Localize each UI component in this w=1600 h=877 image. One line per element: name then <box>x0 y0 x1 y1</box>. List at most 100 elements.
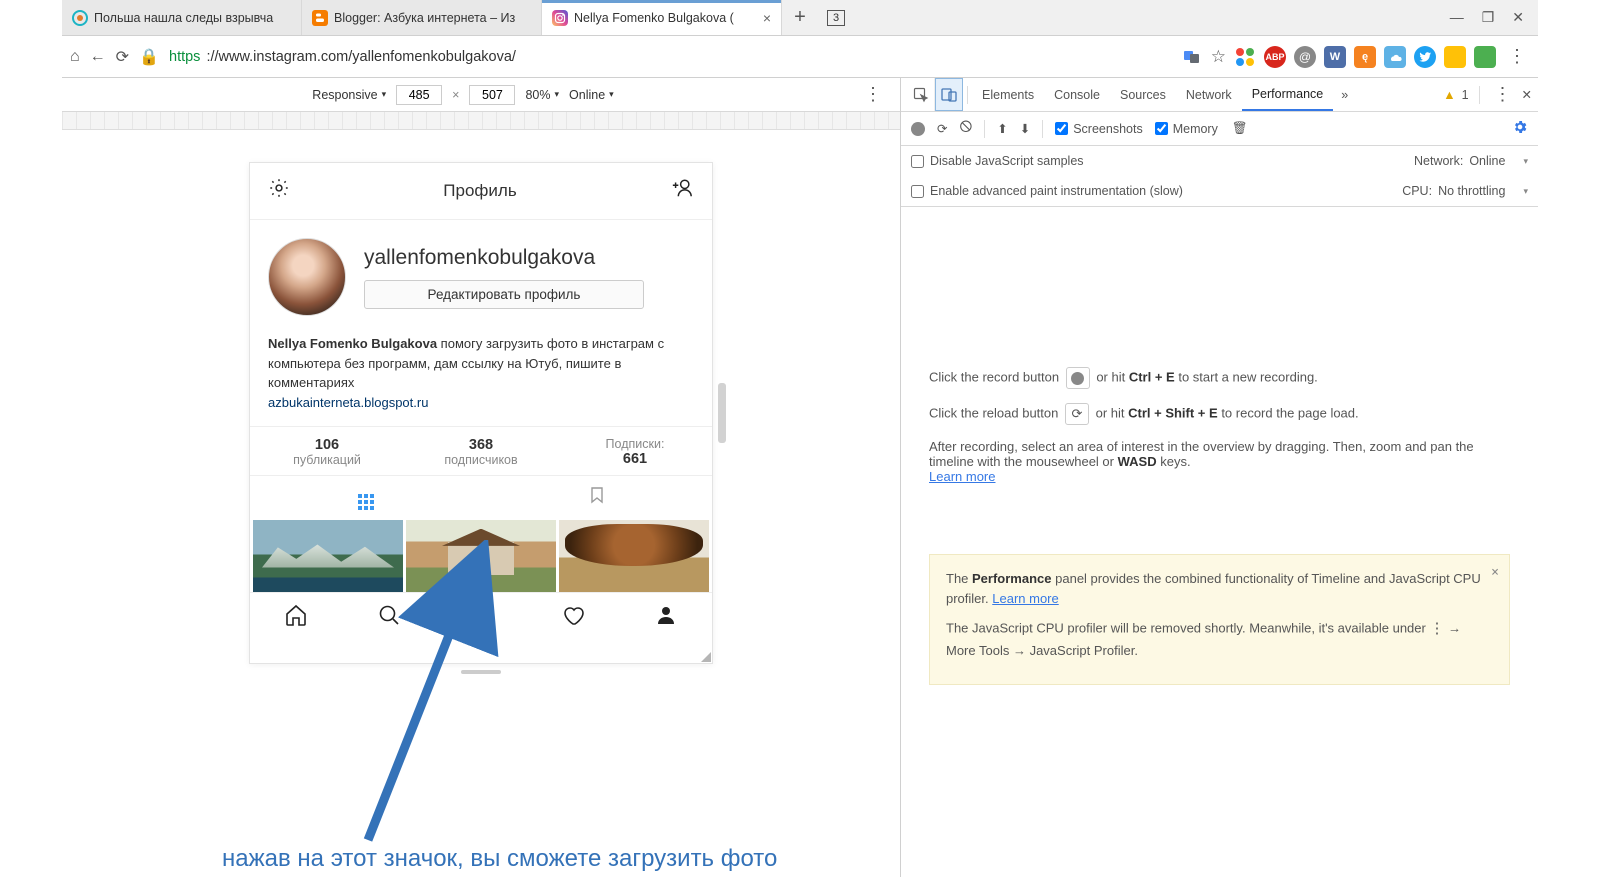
garbage-icon[interactable]: 🗑 <box>1232 121 1248 136</box>
resize-handle-bottom[interactable] <box>461 670 501 674</box>
device-toolbar: Responsive × 80% Online ⋮ <box>62 78 900 112</box>
translate-ext-icon[interactable] <box>1181 46 1203 68</box>
grid-tab[interactable] <box>250 476 481 520</box>
bio-name: Nellya Fomenko Bulgakova <box>268 336 437 351</box>
menu-dots-icon[interactable]: ⋮ <box>1504 46 1530 67</box>
record-icon[interactable] <box>911 122 925 136</box>
reload-icon[interactable]: ⟳ <box>116 47 129 67</box>
info-close-icon[interactable]: × <box>1491 563 1499 583</box>
tab-overflow-icon[interactable]: » <box>1333 88 1356 102</box>
gallery-item[interactable] <box>559 520 709 592</box>
device-menu-icon[interactable]: ⋮ <box>860 84 886 105</box>
minimize-icon[interactable]: ― <box>1450 9 1464 26</box>
bottom-nav <box>250 592 712 643</box>
extension-icons: ☆ ABP @ W ę ⋮ <box>1181 46 1530 68</box>
console-tab[interactable]: Console <box>1044 78 1110 111</box>
resize-handle-corner[interactable] <box>693 644 713 664</box>
tab-0[interactable]: Польша нашла следы взрывча <box>62 0 302 35</box>
home-icon[interactable]: ⌂ <box>70 48 80 66</box>
close-icon[interactable]: × <box>763 10 771 26</box>
gallery-item[interactable] <box>253 520 403 592</box>
bio-link[interactable]: azbukainterneta.blogspot.ru <box>268 395 428 410</box>
device-toggle-icon[interactable] <box>935 78 963 111</box>
favicon-icon <box>72 10 88 26</box>
devtools-close-icon[interactable]: ✕ <box>1522 87 1532 102</box>
activity-nav-icon[interactable] <box>527 593 619 643</box>
sources-tab[interactable]: Sources <box>1110 78 1176 111</box>
add-post-icon[interactable] <box>435 593 527 643</box>
save-profile-icon[interactable]: ⬇ <box>1020 121 1030 136</box>
settings-gear-icon[interactable] <box>1512 119 1528 138</box>
tab-bar: Польша нашла следы взрывча Blogger: Азбу… <box>62 0 1538 36</box>
reload-button-inline[interactable]: ⟳ <box>1065 403 1089 425</box>
twitter-ext-icon[interactable] <box>1414 46 1436 68</box>
reload-record-icon[interactable]: ⟳ <box>937 121 947 136</box>
zoom-select[interactable]: 80% <box>525 88 559 102</box>
gallery-item[interactable] <box>406 520 556 592</box>
devtools-tabs: Elements Console Sources Network Perform… <box>901 78 1538 112</box>
back-icon[interactable]: ← <box>90 48 106 66</box>
stat-following[interactable]: Подписки: 661 <box>558 427 712 475</box>
load-profile-icon[interactable]: ⬆ <box>997 121 1007 136</box>
abp-ext-icon[interactable]: ABP <box>1264 46 1286 68</box>
close-window-icon[interactable]: ✕ <box>1512 9 1524 26</box>
info-box: × The Performance panel provides the com… <box>929 554 1510 685</box>
saved-tab[interactable] <box>481 476 712 520</box>
url-scheme: https <box>169 49 200 65</box>
maximize-icon[interactable]: ❐ <box>1482 9 1495 26</box>
elements-tab[interactable]: Elements <box>972 78 1044 111</box>
performance-tab[interactable]: Performance <box>1242 78 1334 111</box>
width-input[interactable] <box>396 85 442 105</box>
url-field[interactable]: https://www.instagram.com/yallenfomenkob… <box>169 49 1171 65</box>
new-tab-button[interactable]: + <box>782 6 818 29</box>
tab-title: Blogger: Азбука интернета – Из <box>334 11 531 25</box>
devtools-menu-icon[interactable]: ⋮ <box>1490 84 1516 105</box>
disable-js-checkbox[interactable]: Disable JavaScript samples <box>911 154 1084 168</box>
ok-ext-icon[interactable]: ę <box>1354 46 1376 68</box>
inspect-icon[interactable] <box>907 78 935 111</box>
network-select[interactable]: Online <box>1469 154 1528 168</box>
device-select[interactable]: Responsive <box>312 88 386 102</box>
search-nav-icon[interactable] <box>342 593 434 643</box>
vk-ext-icon[interactable]: W <box>1324 46 1346 68</box>
green-ext-icon[interactable] <box>1474 46 1496 68</box>
annotation-caption: нажав на этот значок, вы сможете загрузи… <box>222 845 777 873</box>
edit-profile-button[interactable]: Редактировать профиль <box>364 280 644 309</box>
yandex-ext-icon[interactable] <box>1444 46 1466 68</box>
bookmark-star-icon[interactable]: ☆ <box>1211 47 1226 67</box>
home-nav-icon[interactable] <box>250 593 342 643</box>
username: yallenfomenkobulgakova <box>364 246 644 270</box>
network-tab[interactable]: Network <box>1176 78 1242 111</box>
clear-icon[interactable]: 🛇 <box>959 118 972 139</box>
screenshots-checkbox[interactable]: Screenshots <box>1055 122 1142 136</box>
add-user-icon[interactable] <box>670 177 694 205</box>
learn-more-link[interactable]: Learn more <box>929 469 995 484</box>
tab-title: Nellya Fomenko Bulgakova ( <box>574 11 757 25</box>
memory-checkbox[interactable]: Memory <box>1155 122 1218 136</box>
kebab-icon: ⋮ <box>1429 620 1444 637</box>
gear-icon[interactable] <box>268 177 290 205</box>
bio: Nellya Fomenko Bulgakova помогу загрузит… <box>250 334 712 426</box>
tab-2[interactable]: Nellya Fomenko Bulgakova ( × <box>542 0 782 35</box>
advanced-paint-checkbox[interactable]: Enable advanced paint instrumentation (s… <box>911 184 1183 198</box>
warning-icon[interactable]: ▲ <box>1443 88 1455 102</box>
tab-1[interactable]: Blogger: Азбука интернета – Из <box>302 0 542 35</box>
avatar[interactable] <box>268 238 346 316</box>
at-ext-icon[interactable]: @ <box>1294 46 1316 68</box>
profile-nav-icon[interactable] <box>620 593 712 643</box>
cloud-ext-icon[interactable] <box>1384 46 1406 68</box>
address-bar: ⌂ ← ⟳ 🔒 https://www.instagram.com/yallen… <box>62 36 1538 78</box>
learn-more-link-2[interactable]: Learn more <box>992 591 1058 606</box>
devtools-panel: Elements Console Sources Network Perform… <box>900 78 1538 877</box>
throttle-select[interactable]: Online <box>569 88 614 102</box>
stats-row: 106 публикаций 368 подписчиков Подписки:… <box>250 426 712 475</box>
height-input[interactable] <box>469 85 515 105</box>
cpu-select[interactable]: No throttling <box>1438 184 1528 198</box>
record-button-inline[interactable] <box>1066 367 1090 389</box>
tab-counter[interactable]: 3 <box>818 10 854 26</box>
colors-ext-icon[interactable] <box>1234 46 1256 68</box>
profile-tabs <box>250 475 712 520</box>
resize-handle-right[interactable] <box>718 383 726 443</box>
stat-followers[interactable]: 368 подписчиков <box>404 427 558 475</box>
stat-posts[interactable]: 106 публикаций <box>250 427 404 475</box>
